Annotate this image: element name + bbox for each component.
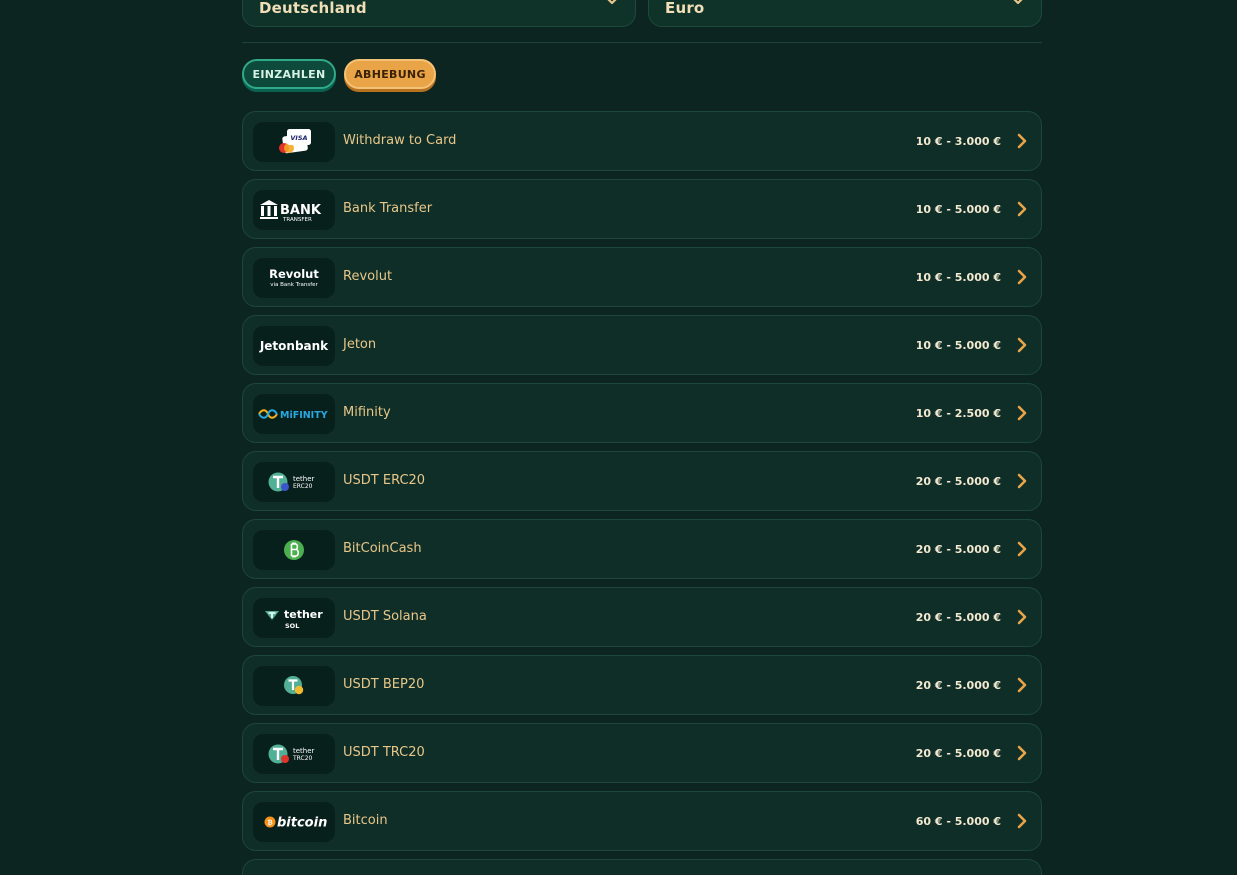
payment-method-bitcoincash[interactable]: BitCoinCash 20 € - 5.000 € bbox=[242, 519, 1042, 579]
method-name: Jeton bbox=[343, 337, 377, 352]
payment-method-usdt-trc20[interactable]: tether TRC20 USDT TRC20 20 € - 5.000 € bbox=[242, 723, 1042, 783]
method-name: Withdraw to Card bbox=[343, 133, 457, 148]
chevron-right-icon bbox=[1017, 201, 1027, 217]
payment-method-partial[interactable] bbox=[242, 859, 1042, 875]
method-range: 10 € - 5.000 € bbox=[915, 339, 1001, 352]
chevron-right-icon bbox=[1017, 677, 1027, 693]
method-name: USDT Solana bbox=[343, 609, 427, 624]
payment-method-jeton[interactable]: Jetonbank Jeton 10 € - 5.000 € bbox=[242, 315, 1042, 375]
bitcoincash-icon bbox=[253, 530, 335, 570]
chevron-right-icon bbox=[1017, 609, 1027, 625]
revolut-sub-label: via Bank Transfer bbox=[270, 282, 318, 288]
chevron-right-icon bbox=[1017, 337, 1027, 353]
payment-method-bitcoin[interactable]: ₿ bitcoin Bitcoin 60 € - 5.000 € bbox=[242, 791, 1042, 851]
currency-select-value: Euro bbox=[665, 0, 705, 17]
method-range: 20 € - 5.000 € bbox=[915, 679, 1001, 692]
visa-label: VISA bbox=[290, 134, 307, 142]
method-range: 10 € - 5.000 € bbox=[915, 271, 1001, 284]
tether-label: tether bbox=[293, 747, 315, 755]
country-select[interactable]: Deutschland bbox=[242, 0, 636, 27]
card-icon: VISA bbox=[253, 122, 335, 162]
chevron-right-icon bbox=[1017, 813, 1027, 829]
bitcoin-label: bitcoin bbox=[277, 816, 327, 831]
tab-deposit[interactable]: EINZAHLEN bbox=[242, 59, 336, 89]
sol-label: SOL bbox=[285, 622, 299, 630]
tether-label: tether bbox=[284, 608, 323, 621]
country-select-value: Deutschland bbox=[259, 0, 367, 17]
jetonbank-icon: Jetonbank bbox=[253, 326, 335, 366]
method-name: Bitcoin bbox=[343, 813, 388, 828]
mifinity-icon: MiFINITY bbox=[253, 394, 335, 434]
tab-withdraw[interactable]: ABHEBUNG bbox=[344, 59, 436, 89]
method-range: 20 € - 5.000 € bbox=[915, 475, 1001, 488]
divider bbox=[242, 42, 1042, 43]
chevron-right-icon bbox=[1017, 745, 1027, 761]
tether-erc20-icon: tether ERC20 bbox=[253, 462, 335, 502]
chevron-right-icon bbox=[1017, 133, 1027, 149]
chevron-right-icon bbox=[1017, 541, 1027, 557]
method-range: 10 € - 3.000 € bbox=[915, 135, 1001, 148]
revolut-label: Revolut bbox=[269, 267, 319, 281]
bank-transfer-icon: BANK TRANSFER bbox=[253, 190, 335, 230]
method-range: 20 € - 5.000 € bbox=[915, 611, 1001, 624]
method-range: 10 € - 2.500 € bbox=[915, 407, 1001, 420]
method-name: USDT ERC20 bbox=[343, 473, 426, 488]
payment-method-usdt-solana[interactable]: tether SOL USDT Solana 20 € - 5.000 € bbox=[242, 587, 1042, 647]
method-range: 10 € - 5.000 € bbox=[915, 203, 1001, 216]
erc20-label: ERC20 bbox=[293, 483, 313, 490]
bitcoin-icon: ₿ bitcoin bbox=[253, 802, 335, 842]
method-name: BitCoinCash bbox=[343, 541, 422, 556]
method-name: Mifinity bbox=[343, 405, 391, 420]
tether-trc20-icon: tether TRC20 bbox=[253, 734, 335, 774]
method-range: 20 € - 5.000 € bbox=[915, 747, 1001, 760]
svg-text:₿: ₿ bbox=[267, 819, 272, 827]
method-name: Revolut bbox=[343, 269, 393, 284]
method-range: 20 € - 5.000 € bbox=[915, 543, 1001, 556]
method-name: Bank Transfer bbox=[343, 201, 433, 216]
trc20-label: TRC20 bbox=[292, 755, 313, 762]
mifinity-label: MiFINITY bbox=[280, 410, 328, 421]
chevron-down-icon bbox=[1013, 0, 1023, 5]
payment-method-usdt-bep20[interactable]: USDT BEP20 20 € - 5.000 € bbox=[242, 655, 1042, 715]
payment-method-card[interactable]: VISA Withdraw to Card 10 € - 3.000 € bbox=[242, 111, 1042, 171]
method-range: 60 € - 5.000 € bbox=[915, 815, 1001, 828]
jetonbank-label: Jetonbank bbox=[259, 339, 329, 353]
tether-label: tether bbox=[293, 475, 315, 483]
chevron-right-icon bbox=[1017, 269, 1027, 285]
method-name: USDT TRC20 bbox=[343, 745, 425, 760]
payment-method-mifinity[interactable]: MiFINITY Mifinity 10 € - 2.500 € bbox=[242, 383, 1042, 443]
chevron-down-icon bbox=[607, 0, 617, 5]
payment-method-revolut[interactable]: Revolut via Bank Transfer Revolut 10 € -… bbox=[242, 247, 1042, 307]
bank-label: BANK bbox=[280, 203, 322, 218]
chevron-right-icon bbox=[1017, 473, 1027, 489]
tether-sol-icon: tether SOL bbox=[253, 598, 335, 638]
chevron-right-icon bbox=[1017, 405, 1027, 421]
payment-method-usdt-erc20[interactable]: tether ERC20 USDT ERC20 20 € - 5.000 € bbox=[242, 451, 1042, 511]
currency-select[interactable]: Euro bbox=[648, 0, 1042, 27]
tether-bep20-icon bbox=[253, 666, 335, 706]
method-name: USDT BEP20 bbox=[343, 677, 425, 692]
payment-method-bank-transfer[interactable]: BANK TRANSFER Bank Transfer 10 € - 5.000… bbox=[242, 179, 1042, 239]
revolut-icon: Revolut via Bank Transfer bbox=[253, 258, 335, 298]
transfer-label: TRANSFER bbox=[282, 217, 312, 223]
